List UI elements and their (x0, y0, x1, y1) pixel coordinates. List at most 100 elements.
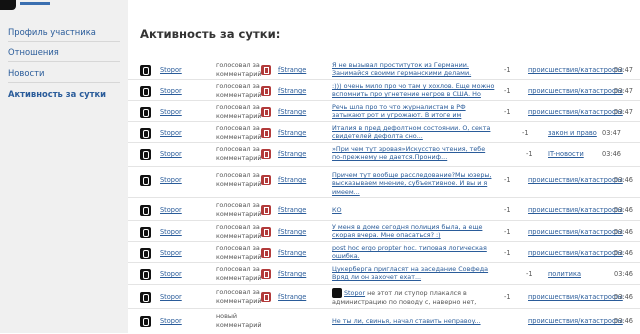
avatar-icon[interactable] (140, 65, 151, 76)
action-text: голосовал за комментарий (216, 223, 262, 240)
target-avatar-icon[interactable] (261, 65, 271, 75)
activity-row: Stopor голосовал за комментарий fStrange… (128, 243, 640, 262)
sidebar-item-profile[interactable]: Профиль участника (8, 27, 96, 37)
activity-row: Stopor голосовал за комментарий fStrange… (128, 200, 640, 219)
comment-link[interactable]: У меня в доме сегодня полиция была, а ещ… (332, 223, 496, 240)
target-avatar-icon[interactable] (261, 269, 271, 279)
action-text: голосовал за комментарий (216, 145, 262, 162)
category-link[interactable]: происшествия/катастрофы (528, 317, 623, 325)
target-user-link[interactable]: fStrange (278, 87, 306, 95)
action-text: голосовал за комментарий (216, 265, 262, 282)
category-link[interactable]: происшествия/катастрофы (528, 249, 623, 257)
target-avatar-icon[interactable] (261, 227, 271, 237)
target-avatar-icon[interactable] (261, 86, 271, 96)
avatar-icon[interactable] (140, 292, 151, 303)
user-link[interactable]: Stopor (160, 129, 182, 137)
comment-link[interactable]: :))) очень мило про чо там у хохлов. Еще… (332, 82, 496, 99)
target-user-link[interactable]: fStrange (278, 206, 306, 214)
category-link[interactable]: IT-новости (548, 150, 584, 158)
target-avatar-icon[interactable] (261, 128, 271, 138)
user-link[interactable]: Stopor (160, 317, 182, 325)
category-link[interactable]: политика (548, 270, 581, 278)
row-divider (128, 241, 640, 242)
comment-author-link[interactable]: Stopor (344, 289, 365, 297)
target-avatar-icon[interactable] (261, 292, 271, 302)
user-link[interactable]: Stopor (160, 293, 182, 301)
comment-link[interactable]: Италия в пред дефолтном состоянии. О, се… (332, 124, 496, 141)
user-link[interactable]: Stopor (160, 249, 182, 257)
user-avatar-icon[interactable] (0, 0, 16, 10)
timestamp: 03:46 (602, 150, 622, 158)
comment-link[interactable]: Не ты ли, свинья, начал ставить неправоy… (332, 317, 496, 334)
category-link[interactable]: происшествия/катастрофы (528, 228, 623, 236)
target-user-link[interactable]: fStrange (278, 228, 306, 236)
avatar-icon[interactable] (140, 269, 151, 280)
category-link[interactable]: происшествия/катастрофы (528, 87, 623, 95)
user-link[interactable]: Stopor (160, 108, 182, 116)
vote-score: -1 (504, 249, 511, 257)
user-link[interactable]: Stopor (160, 150, 182, 158)
vote-score: -1 (504, 293, 511, 301)
user-link[interactable]: Stopor (160, 66, 182, 74)
target-user-link[interactable]: fStrange (278, 129, 306, 137)
avatar-icon[interactable] (140, 248, 151, 259)
target-user-link[interactable]: fStrange (278, 150, 306, 158)
user-link[interactable]: Stopor (160, 228, 182, 236)
target-avatar-icon[interactable] (261, 205, 271, 215)
sidebar-item-activity[interactable]: Активность за сутки (8, 89, 106, 99)
target-user-link[interactable]: fStrange (278, 66, 306, 74)
avatar-icon[interactable] (140, 227, 151, 238)
comment-link[interactable]: post hoc ergo propter hoc. типовая логич… (332, 244, 496, 261)
user-link[interactable]: Stopor (160, 87, 182, 95)
activity-row: Stopor голосовал за комментарий fStrange… (128, 222, 640, 241)
category-link[interactable]: закон и право (548, 129, 597, 137)
target-avatar-icon[interactable] (261, 107, 271, 117)
user-link[interactable]: Stopor (160, 270, 182, 278)
comment-link[interactable]: Речь шла про то что журналистам в РФ зат… (332, 103, 496, 120)
avatar-icon[interactable] (140, 128, 151, 139)
activity-row: Stopor голосовал за комментарий fStrange… (128, 287, 640, 306)
comment-link[interactable]: Цукерберга пригласят на заседание Совфед… (332, 265, 496, 282)
timestamp: 03:46 (614, 228, 634, 236)
action-text: голосовал за комментарий (216, 201, 262, 218)
category-link[interactable]: происшествия/катастрофы (528, 206, 623, 214)
comment-author-avatar-icon[interactable] (332, 288, 342, 298)
avatar-icon[interactable] (140, 149, 151, 160)
category-link[interactable]: происшествия/катастрофы (528, 293, 623, 301)
avatar-icon[interactable] (140, 175, 151, 186)
target-user-link[interactable]: fStrange (278, 249, 306, 257)
target-avatar-icon[interactable] (261, 175, 271, 185)
target-user-link[interactable]: fStrange (278, 176, 306, 184)
vote-score: -1 (504, 176, 511, 184)
avatar-icon[interactable] (140, 107, 151, 118)
activity-row: Stopor голосовал за комментарий fStrange… (128, 144, 640, 163)
comment-link[interactable]: Причем тут вообще расследование?Мы юзеры… (332, 171, 496, 196)
target-avatar-icon[interactable] (261, 248, 271, 258)
category-link[interactable]: происшествия/катастрофы (528, 66, 623, 74)
category-link[interactable]: происшествия/катастрофы (528, 176, 623, 184)
category-link[interactable]: происшествия/катастрофы (528, 108, 623, 116)
user-link[interactable]: Stopor (160, 206, 182, 214)
sidebar-item-news[interactable]: Новости (8, 68, 44, 78)
vote-score: -1 (526, 150, 533, 158)
timestamp: 03:46 (614, 317, 634, 325)
target-avatar-icon[interactable] (261, 149, 271, 159)
activity-panel: Активность за сутки: Stopor голосовал за… (128, 0, 640, 333)
row-divider (128, 262, 640, 263)
avatar-icon[interactable] (140, 86, 151, 97)
vote-score: -1 (504, 87, 511, 95)
target-user-link[interactable]: fStrange (278, 270, 306, 278)
target-user-link[interactable]: fStrange (278, 293, 306, 301)
row-divider (128, 197, 640, 198)
timestamp: 03:47 (614, 108, 634, 116)
avatar-icon[interactable] (140, 205, 151, 216)
comment-link[interactable]: »При чем тут зрoвая»Искусство чтения, те… (332, 145, 496, 162)
comment-link[interactable]: Я не вызывал проституток из Германии. За… (332, 61, 496, 78)
avatar-icon[interactable] (140, 316, 151, 327)
target-user-link[interactable]: fStrange (278, 108, 306, 116)
sidebar-item-relations[interactable]: Отношения (8, 47, 59, 57)
username-link-fragment[interactable] (20, 2, 50, 5)
timestamp: 03:47 (602, 129, 622, 137)
user-link[interactable]: Stopor (160, 176, 182, 184)
comment-link[interactable]: Stopor не этот ли ступор плакался в адми… (332, 288, 496, 305)
